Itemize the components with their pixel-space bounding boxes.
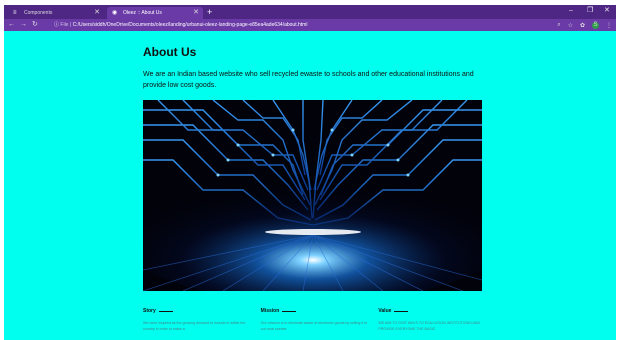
info-icon: ⓘ [54, 22, 60, 28]
maximize-icon[interactable]: ❐ [587, 6, 593, 16]
about-section: About Us We are an Indian based website … [143, 45, 488, 332]
heading-rule [394, 310, 409, 312]
back-icon[interactable]: ← [8, 19, 15, 31]
mission-column: Mission Our mission is to eliminate wast… [261, 308, 371, 332]
circuit-image [143, 100, 482, 291]
heading-rule [282, 310, 297, 312]
heading-rule [158, 310, 173, 312]
column-heading: Mission [261, 308, 371, 314]
circuit-board-illustration [143, 100, 482, 291]
column-text: We were inspired as the growing demand t… [143, 321, 246, 331]
story-column: Story We were inspired as the growing de… [143, 308, 253, 332]
url-text: C:/Users/siddh/OneDrive/Documents/oleez/… [72, 22, 308, 28]
search-icon[interactable]: ⌕ [557, 22, 560, 29]
browser-toolbar: ← → ↻ ⓘ File | C:/Users/siddh/OneDrive/D… [4, 19, 616, 31]
column-text: Our mission is to eliminate waste of ele… [260, 321, 368, 331]
address-bar[interactable]: ⓘ File | C:/Users/siddh/OneDrive/Documen… [48, 20, 478, 30]
minimize-icon[interactable]: – [569, 6, 573, 16]
reload-icon[interactable]: ↻ [32, 19, 38, 31]
tab-strip: ≡ Components ✕ ◉ Oleez :: About Us ✕ + –… [4, 5, 616, 19]
browser-window: ≡ Components ✕ ◉ Oleez :: About Us ✕ + –… [4, 5, 616, 340]
close-tab-icon[interactable]: ✕ [94, 7, 100, 19]
close-window-icon[interactable]: ✕ [604, 6, 610, 16]
globe-icon: ◉ [112, 10, 118, 16]
value-column: Value WE AIM TO GIVE WAYS TO EDUCATION I… [378, 308, 488, 332]
dev-icon: ≡ [13, 10, 17, 16]
address-label: File [60, 22, 69, 28]
new-tab-button[interactable]: + [207, 7, 212, 17]
menu-icon[interactable]: ⋮ [606, 22, 612, 29]
avatar[interactable]: S [592, 21, 599, 29]
tab-label: Oleez :: About Us [123, 10, 162, 16]
extensions-icon[interactable]: ✿ [580, 22, 585, 29]
tab-components[interactable]: ≡ Components ✕ [8, 7, 104, 19]
forward-icon[interactable]: → [20, 19, 27, 31]
close-tab-icon[interactable]: ✕ [193, 7, 199, 19]
column-heading: Story [143, 308, 253, 314]
star-icon[interactable]: ☆ [568, 22, 573, 29]
about-columns: Story We were inspired as the growing de… [143, 308, 488, 332]
column-text: WE AIM TO GIVE WAYS TO EDUCATION INSTITU… [378, 321, 481, 331]
column-heading: Value [378, 308, 488, 314]
tab-about-us[interactable]: ◉ Oleez :: About Us ✕ [107, 7, 203, 19]
toolbar-icons: ⌕ ☆ ✿ S ⋮ [557, 19, 612, 31]
intro-text: We are an Indian based website who sell … [143, 71, 474, 89]
tab-label: Components [24, 10, 53, 16]
page-title: About Us [143, 45, 197, 59]
